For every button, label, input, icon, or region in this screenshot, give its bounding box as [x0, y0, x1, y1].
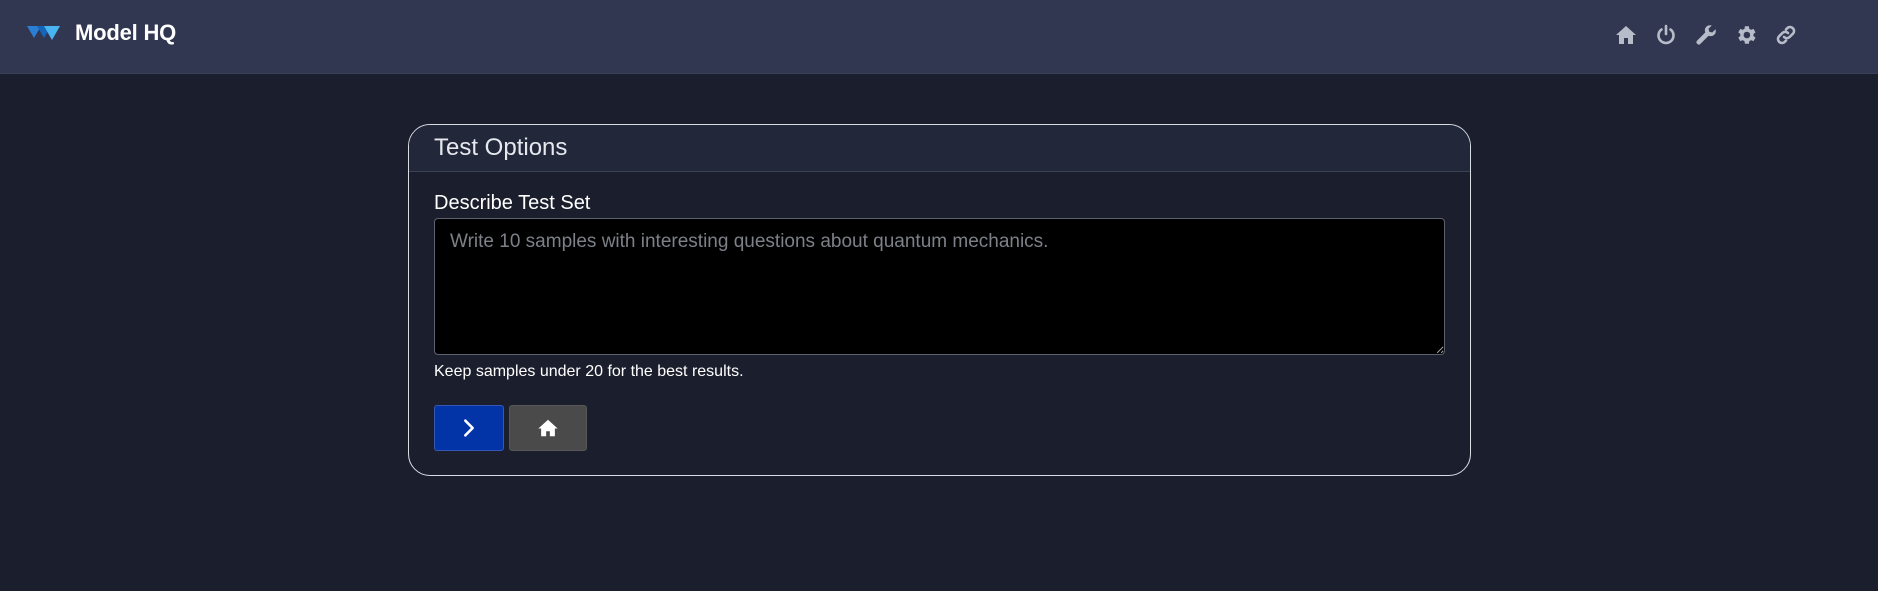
gear-icon[interactable]: [1732, 21, 1760, 49]
home-button[interactable]: [509, 405, 587, 451]
next-button[interactable]: [434, 405, 504, 451]
help-text: Keep samples under 20 for the best resul…: [434, 363, 744, 380]
top-navbar: Model HQ: [0, 0, 1878, 74]
test-options-card: Test Options Describe Test Set Keep samp…: [408, 124, 1471, 476]
card-header: Test Options: [409, 125, 1470, 172]
chevron-right-icon: [464, 419, 474, 437]
brand[interactable]: Model HQ: [27, 20, 176, 46]
nav-icon-bar: [1612, 21, 1800, 49]
app-name: Model HQ: [75, 20, 177, 45]
home-icon: [538, 419, 558, 437]
test-set-description-input[interactable]: [434, 218, 1445, 355]
link-icon[interactable]: [1772, 21, 1800, 49]
home-icon[interactable]: [1612, 21, 1640, 49]
model-hq-logo-icon: [27, 26, 60, 40]
card-title: Test Options: [434, 134, 568, 161]
describe-test-set-label: Describe Test Set: [434, 192, 591, 214]
wrench-icon[interactable]: [1692, 21, 1720, 49]
power-icon[interactable]: [1652, 21, 1680, 49]
